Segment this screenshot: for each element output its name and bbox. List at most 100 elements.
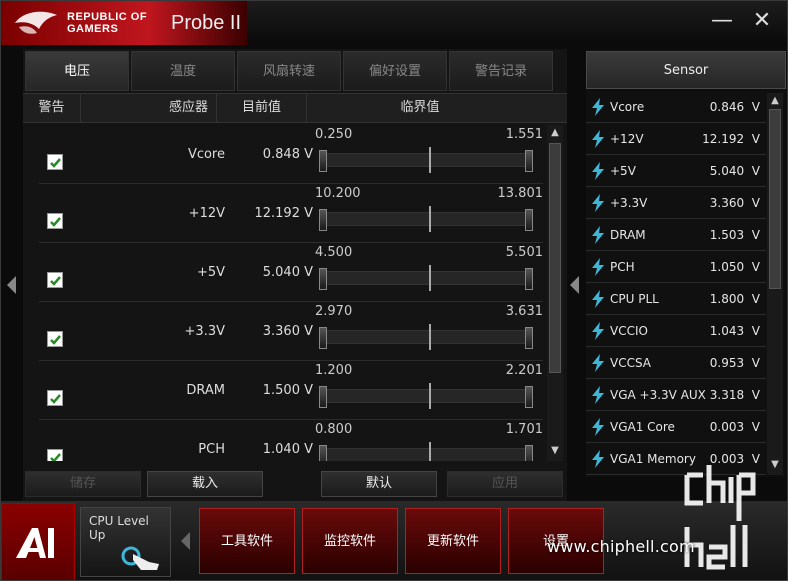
alert-checkbox[interactable] <box>47 154 63 170</box>
threshold-low: 0.800 <box>315 422 353 437</box>
sensor-scroll-up-icon[interactable]: ▲ <box>769 95 781 106</box>
table-row: +5V 5.040 V 4.500 5.501 <box>39 243 543 302</box>
sensor-name: Vcore <box>187 147 225 162</box>
scroll-down-icon[interactable]: ▼ <box>549 445 561 457</box>
sensor-row: VGA1 Core 0.003 V <box>586 411 766 443</box>
current-value-marker <box>429 324 431 350</box>
threshold-low: 1.200 <box>315 363 353 378</box>
sensor-item-value: 1.800 V <box>709 292 760 306</box>
current-value-marker <box>429 147 431 173</box>
current-value: 3.360 V <box>262 324 313 339</box>
high-threshold-handle[interactable] <box>525 209 533 231</box>
sensor-item-name: PCH <box>610 260 635 274</box>
sensor-row: CPU PLL 1.800 V <box>586 283 766 315</box>
sensor-scrollbar[interactable]: ▲ ▼ <box>767 93 783 475</box>
threshold-slider-track[interactable] <box>323 330 533 344</box>
high-threshold-handle[interactable] <box>525 268 533 290</box>
app-title: Probe II <box>171 12 242 34</box>
checkmark-icon <box>50 217 61 227</box>
threshold-high: 3.631 <box>505 304 543 319</box>
threshold-low: 10.200 <box>315 186 361 201</box>
apply-button[interactable]: 应用 <box>447 471 563 497</box>
sensor-item-value: 3.318 V <box>709 388 760 402</box>
load-button[interactable]: 载入 <box>147 471 263 497</box>
sensor-item-name: DRAM <box>610 228 646 242</box>
current-value: 5.040 V <box>262 265 313 280</box>
col-alert: 警告 <box>23 94 81 122</box>
dock-left-arrow-icon[interactable] <box>181 532 190 550</box>
threshold-low: 4.500 <box>315 245 353 260</box>
tab-preferences[interactable]: 偏好设置 <box>343 51 447 91</box>
low-threshold-handle[interactable] <box>319 445 327 461</box>
sensor-row: +12V 12.192 V <box>586 123 766 155</box>
col-sensor: 感应器 <box>81 94 217 122</box>
dock-monitor-button[interactable]: 监控软件 <box>302 508 398 574</box>
high-threshold-handle[interactable] <box>525 327 533 349</box>
col-current-value: 目前值 <box>217 94 307 122</box>
tab-voltage[interactable]: 电压 <box>25 51 129 91</box>
sensor-row: VGA +3.3V AUX 3.318 V <box>586 379 766 411</box>
title-bar[interactable]: REPUBLIC OF GAMERS Probe II — ✕ <box>1 1 787 45</box>
dock-tools-button[interactable]: 工具软件 <box>199 508 295 574</box>
table-row: +3.3V 3.360 V 2.970 3.631 <box>39 302 543 361</box>
threshold-slider-track[interactable] <box>323 271 533 285</box>
dock-update-button[interactable]: 更新软件 <box>405 508 501 574</box>
sensor-item-name: VCCSA <box>610 356 652 370</box>
tab-temperature[interactable]: 温度 <box>131 51 235 91</box>
threshold-slider-track[interactable] <box>323 153 533 167</box>
low-threshold-handle[interactable] <box>319 268 327 290</box>
tab-fan-speed[interactable]: 风扇转速 <box>237 51 341 91</box>
ai-suite-button[interactable] <box>1 503 75 580</box>
lightning-icon <box>592 98 604 116</box>
threshold-low: 0.250 <box>315 127 353 142</box>
threshold-slider-track[interactable] <box>323 389 533 403</box>
sensor-item-value: 0.953 V <box>709 356 760 370</box>
sensor-name: +12V <box>188 206 225 221</box>
tab-alert-log[interactable]: 警告记录 <box>449 51 553 91</box>
current-value-marker <box>429 383 431 409</box>
high-threshold-handle[interactable] <box>525 445 533 461</box>
low-threshold-handle[interactable] <box>319 327 327 349</box>
alert-checkbox[interactable] <box>47 272 63 288</box>
alert-checkbox[interactable] <box>47 331 63 347</box>
alert-checkbox[interactable] <box>47 213 63 229</box>
sensor-item-value: 1.043 V <box>709 324 760 338</box>
sensor-item-value: 0.003 V <box>709 420 760 434</box>
threshold-slider-track[interactable] <box>323 212 533 226</box>
close-button[interactable]: ✕ <box>749 9 775 35</box>
alert-checkbox[interactable] <box>47 390 63 406</box>
current-value: 12.192 V <box>254 206 313 221</box>
checkmark-icon <box>50 335 61 345</box>
chiphell-watermark-logo <box>684 465 756 570</box>
prev-page-arrow-icon[interactable] <box>7 276 16 294</box>
rows-scrollbar[interactable]: ▲ ▼ <box>547 125 563 461</box>
high-threshold-handle[interactable] <box>525 150 533 172</box>
sensor-item-value: 1.503 V <box>709 228 760 242</box>
threshold-high: 13.801 <box>497 186 544 201</box>
current-value-marker <box>429 442 431 461</box>
col-threshold: 临界值 <box>400 100 440 115</box>
low-threshold-handle[interactable] <box>319 386 327 408</box>
current-value: 1.040 V <box>262 442 313 457</box>
sensor-row: VCCSA 0.953 V <box>586 347 766 379</box>
sensor-item-name: +12V <box>610 132 644 146</box>
low-threshold-handle[interactable] <box>319 150 327 172</box>
default-button[interactable]: 默认 <box>321 471 437 497</box>
low-threshold-handle[interactable] <box>319 209 327 231</box>
threshold-high: 5.501 <box>505 245 543 260</box>
scroll-up-icon[interactable]: ▲ <box>549 127 561 139</box>
scroll-thumb[interactable] <box>549 143 561 373</box>
threshold-slider-track[interactable] <box>323 448 533 461</box>
table-row: +12V 12.192 V 10.200 13.801 <box>39 184 543 243</box>
cpu-level-up-button[interactable]: CPU Level Up <box>80 507 171 577</box>
sensor-scroll-thumb[interactable] <box>769 109 781 289</box>
sensor-list: Vcore 0.846 V +12V 12.192 V +5V 5.040 V +3.3V 3… <box>586 91 766 475</box>
watermark-url: www.chiphell.com <box>547 537 695 556</box>
minimize-button[interactable]: — <box>709 9 735 35</box>
collapse-sensor-arrow-icon[interactable] <box>570 276 579 294</box>
sensor-item-value: 12.192 V <box>702 132 760 146</box>
probe-ii-window: REPUBLIC OF GAMERS Probe II — ✕ 电压 温度 风扇… <box>0 0 788 581</box>
alert-checkbox[interactable] <box>47 449 63 461</box>
save-button[interactable]: 储存 <box>25 471 141 497</box>
high-threshold-handle[interactable] <box>525 386 533 408</box>
